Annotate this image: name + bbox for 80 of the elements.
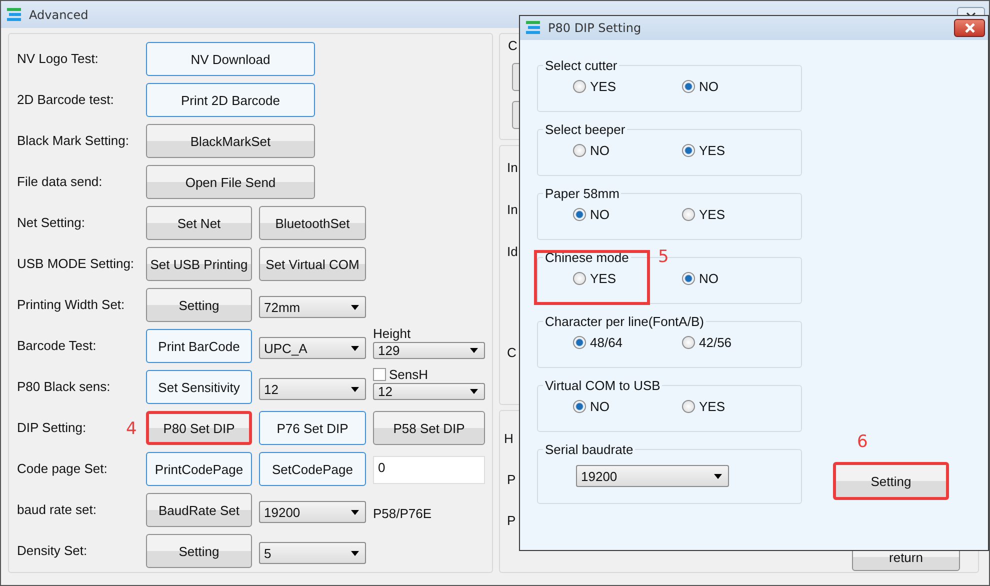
callout-number: 4 (126, 419, 137, 439)
window-title: Advanced (29, 8, 88, 22)
dropdown[interactable]: 12 (373, 383, 485, 400)
action-button[interactable]: NV Download (146, 42, 315, 76)
setting-label: NV Logo Test: (17, 50, 98, 66)
model-note: P58/P76E (373, 506, 432, 521)
partial-label: C (507, 345, 516, 360)
group-title: Serial baudrate (544, 442, 634, 457)
action-button[interactable]: BaudRate Set (146, 493, 252, 527)
action-button[interactable]: PrintCodePage (146, 452, 252, 486)
field-caption: Height (373, 326, 412, 341)
partial-label: Id (507, 244, 518, 259)
action-button[interactable]: Setting (146, 534, 252, 568)
group-title: C (508, 38, 518, 53)
action-button[interactable]: P80 Set DIP (146, 411, 252, 445)
radio-option[interactable]: YES (573, 79, 682, 94)
setting-label: Printing Width Set: (17, 296, 125, 312)
setting-label: Density Set: (17, 542, 88, 558)
setting-label: Code page Set: (17, 460, 108, 476)
dropdown[interactable]: UPC_A (259, 337, 366, 359)
action-button[interactable]: P58 Set DIP (373, 411, 485, 445)
action-button[interactable]: BluetoothSet (259, 206, 366, 240)
sensh-checkbox[interactable]: SensH (373, 367, 485, 382)
action-button[interactable]: Set Sensitivity (146, 370, 252, 404)
app-icon (7, 8, 23, 22)
setting-label: DIP Setting: (17, 420, 86, 434)
partial-label: In (507, 160, 518, 175)
action-button[interactable]: BlackMarkSet (146, 124, 315, 158)
partial-label: In (507, 202, 518, 217)
group-title: Character per line(FontA/B) (544, 314, 705, 329)
setting-label: Barcode Test: (17, 338, 96, 352)
dropdown[interactable]: 19200 (259, 501, 366, 523)
action-button[interactable]: Open File Send (146, 165, 315, 199)
partial-label: H (504, 431, 514, 446)
setting-button[interactable]: Setting (833, 462, 949, 500)
radio-option[interactable]: 42/56 (682, 335, 791, 350)
action-button[interactable]: Print BarCode (146, 329, 252, 363)
partial-label: P (506, 513, 516, 528)
setting-label: Black Mark Setting: (17, 132, 129, 148)
action-button[interactable]: Set USB Printing (146, 247, 252, 281)
action-button[interactable]: Setting (146, 288, 252, 322)
callout-number: 6 (857, 432, 868, 452)
radio-option[interactable]: YES (682, 399, 791, 414)
setting-label: File data send: (17, 174, 102, 188)
input-field[interactable]: 0 (373, 456, 485, 484)
action-button[interactable]: P76 Set DIP (259, 411, 366, 445)
partial-label: P (506, 472, 516, 487)
setting-label: Net Setting: (17, 214, 85, 230)
dropdown[interactable]: 129 (373, 342, 485, 359)
action-button[interactable]: SetCodePage (259, 452, 366, 486)
action-button[interactable]: Print 2D Barcode (146, 83, 315, 117)
setting-label: 2D Barcode test: (17, 92, 114, 106)
dropdown[interactable]: 5 (259, 542, 366, 564)
action-button[interactable]: Set Virtual COM (259, 247, 366, 281)
action-button[interactable]: Set Net (146, 206, 252, 240)
callout-number: 5 (658, 247, 669, 267)
group-title: Chinese mode (544, 250, 630, 265)
radio-option[interactable]: YES (682, 207, 791, 222)
close-button[interactable] (954, 19, 985, 37)
radio-option[interactable]: 48/64 (573, 335, 682, 350)
dropdown[interactable]: 12 (259, 378, 366, 400)
dropdown[interactable]: 72mm (259, 296, 366, 318)
group-title: Paper 58mm (544, 186, 620, 201)
setting-label: USB MODE Setting: (17, 256, 134, 270)
close-icon (964, 23, 976, 33)
radio-option[interactable]: NO (682, 271, 791, 286)
radio-option[interactable]: YES (573, 271, 682, 286)
radio-option[interactable]: NO (573, 143, 682, 158)
radio-option[interactable]: NO (682, 79, 791, 94)
radio-option[interactable]: NO (573, 399, 682, 414)
app-icon (526, 21, 542, 35)
radio-option[interactable]: YES (682, 143, 791, 158)
radio-option[interactable]: NO (573, 207, 682, 222)
group-title: Select beeper (544, 122, 626, 137)
dropdown[interactable]: 19200 (576, 465, 729, 487)
dialog-title: P80 DIP Setting (548, 21, 642, 35)
setting-label: P80 Black sens: (17, 378, 110, 394)
setting-label: baud rate set: (17, 502, 96, 516)
group-title: Select cutter (544, 58, 618, 73)
group-title: Virtual COM to USB (544, 378, 662, 393)
